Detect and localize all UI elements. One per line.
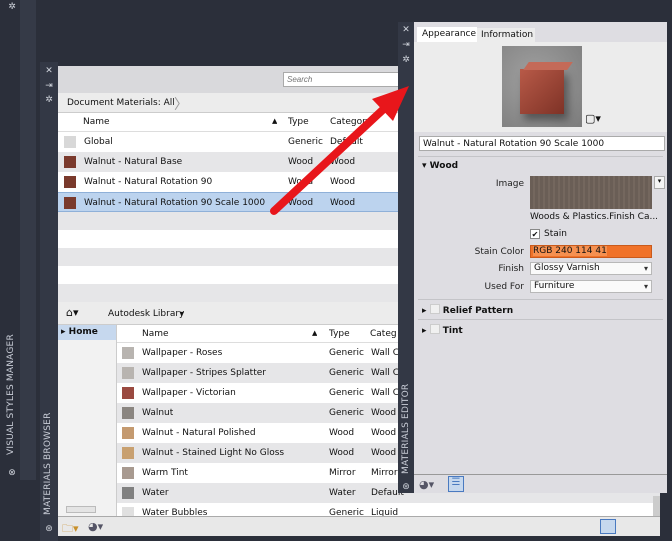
annotation-arrow: [270, 86, 409, 215]
arrow-shaft: [270, 101, 392, 215]
